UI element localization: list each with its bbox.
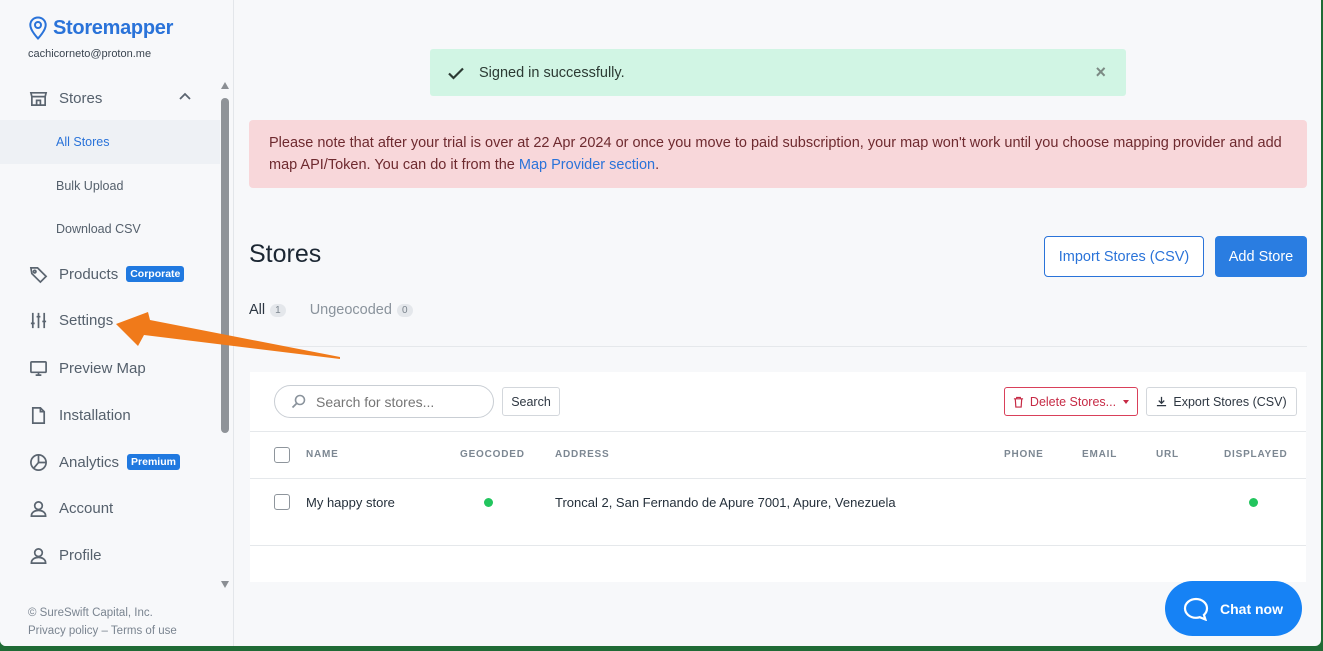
- profile-icon: [28, 545, 48, 565]
- brand-name: Storemapper: [53, 16, 174, 39]
- search-field[interactable]: [274, 385, 494, 418]
- chat-label: Chat now: [1220, 600, 1283, 617]
- sidebar-item-label: Profile: [59, 546, 102, 564]
- user-icon: [28, 498, 48, 518]
- check-icon: [448, 67, 464, 80]
- divider: [250, 478, 1306, 479]
- page-title: Stores: [249, 240, 322, 268]
- alert-text: Please note that after your trial is ove…: [269, 135, 1282, 173]
- delete-label: Delete Stores...: [1029, 394, 1117, 409]
- add-store-button[interactable]: Add Store: [1215, 236, 1307, 277]
- column-header-url[interactable]: URL: [1156, 449, 1179, 460]
- sidebar-item-installation[interactable]: Installation: [0, 395, 220, 435]
- export-label: Export Stores (CSV): [1173, 394, 1287, 409]
- sidebar-item-bulk-upload[interactable]: Bulk Upload: [0, 164, 220, 208]
- download-icon: [1157, 396, 1167, 407]
- store-name[interactable]: My happy store: [306, 495, 395, 510]
- chat-now-button[interactable]: Chat now: [1165, 581, 1302, 636]
- chat-bubble-icon: [1183, 597, 1209, 621]
- sidebar-item-label: Settings: [59, 311, 114, 329]
- sidebar-item-account[interactable]: Account: [0, 488, 220, 528]
- tab-count: 0: [396, 303, 413, 317]
- footer-separator: –: [101, 625, 108, 637]
- column-header-name[interactable]: NAME: [306, 449, 339, 460]
- sidebar-item-profile[interactable]: Profile: [0, 535, 220, 575]
- search-button[interactable]: Search: [502, 387, 560, 416]
- geocoded-status-dot: [484, 498, 493, 507]
- pie-chart-icon: [28, 452, 48, 472]
- sidebar-item-stores[interactable]: Stores: [0, 78, 220, 118]
- sidebar-item-label: Installation: [59, 406, 131, 424]
- privacy-policy-link[interactable]: Privacy policy: [28, 625, 98, 637]
- delete-stores-button[interactable]: Delete Stores...: [1004, 387, 1138, 416]
- search-icon: [291, 394, 306, 409]
- select-all-checkbox[interactable]: [274, 447, 290, 463]
- user-email: cachicorneto@proton.me: [28, 48, 152, 60]
- column-header-phone[interactable]: PHONE: [1004, 449, 1044, 460]
- premium-badge: Premium: [127, 454, 180, 470]
- scroll-thumb[interactable]: [221, 98, 229, 433]
- alert-end: .: [655, 157, 660, 173]
- toast-message: Signed in successfully.: [479, 64, 625, 81]
- trash-icon: [1013, 396, 1024, 408]
- terms-of-use-link[interactable]: Terms of use: [111, 625, 177, 637]
- import-stores-button[interactable]: Import Stores (CSV): [1044, 236, 1204, 277]
- stores-table-card: Search Delete Stores... Export Stores (C…: [250, 372, 1306, 582]
- caret-down-icon: [1123, 399, 1130, 404]
- sidebar-item-products[interactable]: Products Corporate: [0, 254, 220, 294]
- close-icon[interactable]: ×: [1095, 62, 1106, 83]
- annotation-arrow-icon: [116, 312, 340, 359]
- trial-warning-alert: Please note that after your trial is ove…: [249, 120, 1307, 188]
- displayed-status-dot: [1249, 498, 1258, 507]
- sidebar-item-label: Stores: [59, 89, 103, 107]
- map-pin-logo-icon: [29, 16, 47, 40]
- store-address: Troncal 2, San Fernando de Apure 7001, A…: [555, 495, 896, 510]
- sidebar-item-all-stores[interactable]: All Stores: [0, 120, 220, 164]
- column-header-email[interactable]: EMAIL: [1082, 449, 1117, 460]
- file-icon: [28, 405, 48, 425]
- export-stores-button[interactable]: Export Stores (CSV): [1146, 387, 1297, 416]
- tag-icon: [28, 264, 48, 284]
- divider: [250, 431, 1306, 432]
- monitor-icon: [28, 358, 48, 378]
- scroll-down-arrow-icon[interactable]: [221, 581, 229, 588]
- app-window: Storemapper cachicorneto@proton.me Store…: [0, 0, 1321, 646]
- column-header-geocoded[interactable]: GEOCODED: [460, 449, 525, 460]
- success-toast: Signed in successfully. ×: [430, 49, 1126, 96]
- search-input[interactable]: [316, 393, 476, 410]
- sidebar-item-label: Analytics: [59, 453, 120, 471]
- column-header-address[interactable]: ADDRESS: [555, 449, 610, 460]
- copyright: © SureSwift Capital, Inc.: [28, 607, 153, 619]
- store-icon: [28, 88, 48, 108]
- divider: [250, 545, 1306, 546]
- chevron-up-icon[interactable]: [178, 90, 192, 104]
- sidebar-item-analytics[interactable]: Analytics Premium: [0, 442, 220, 482]
- sidebar-item-label: Account: [59, 499, 114, 517]
- scroll-up-arrow-icon[interactable]: [221, 82, 229, 89]
- corporate-badge: Corporate: [126, 266, 185, 282]
- map-provider-link[interactable]: Map Provider section: [519, 157, 655, 173]
- sliders-icon: [28, 310, 48, 330]
- sidebar-item-label: Products: [59, 265, 119, 283]
- row-checkbox[interactable]: [274, 494, 290, 510]
- brand[interactable]: Storemapper: [28, 16, 173, 40]
- sidebar-footer: © SureSwift Capital, Inc. Privacy policy…: [28, 604, 177, 640]
- sidebar-item-download-csv[interactable]: Download CSV: [0, 207, 220, 251]
- column-header-displayed[interactable]: DISPLAYED: [1224, 449, 1288, 460]
- divider: [249, 346, 1307, 347]
